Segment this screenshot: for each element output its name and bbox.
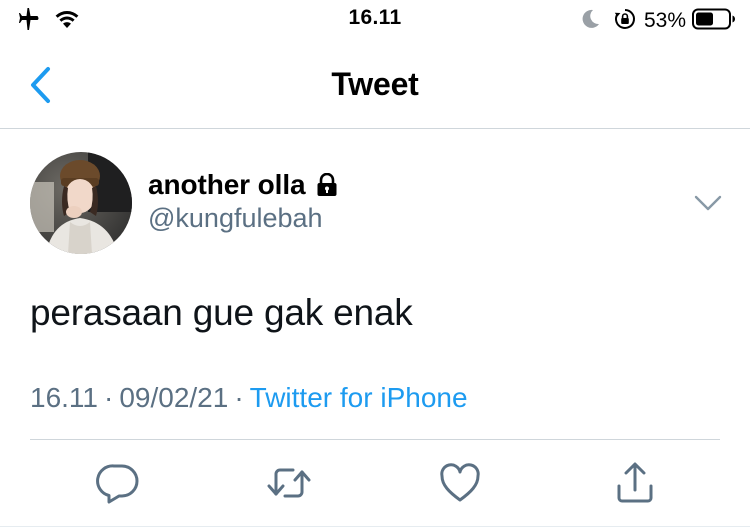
display-name: another olla: [148, 169, 306, 200]
chevron-down-icon: [692, 195, 724, 220]
battery-percentage: 53%: [643, 9, 686, 32]
status-bar-right: 53%: [582, 8, 736, 34]
like-button[interactable]: [437, 460, 483, 506]
avatar[interactable]: [30, 152, 132, 254]
battery-icon: [692, 8, 736, 35]
reply-button[interactable]: [95, 460, 141, 506]
divider: [30, 439, 720, 440]
heart-icon: [437, 460, 483, 506]
separator: ·: [234, 382, 244, 413]
lock-icon: [316, 172, 338, 197]
tweet-metadata: 16.11 · 09/02/21 · Twitter for iPhone: [30, 382, 468, 414]
moon-icon: [582, 9, 600, 34]
author-name-row[interactable]: another olla: [148, 167, 338, 203]
orientation-lock-icon: [614, 8, 636, 35]
retweet-button[interactable]: [266, 460, 312, 506]
tweet-options-button[interactable]: [692, 190, 724, 216]
tweet-date: 09/02/21: [119, 382, 229, 413]
tweet-time: 16.11: [30, 382, 98, 413]
author-handle[interactable]: @kungfulebah: [148, 203, 323, 234]
status-bar: 16.11 53%: [0, 0, 750, 42]
separator: ·: [104, 382, 114, 413]
share-button[interactable]: [612, 460, 658, 506]
page-title: Tweet: [331, 66, 419, 102]
tweet-text: perasaan gue gak enak: [30, 292, 413, 333]
reply-icon: [95, 460, 141, 506]
navigation-bar: Tweet: [0, 42, 750, 129]
tweet-source-link[interactable]: Twitter for iPhone: [250, 382, 468, 413]
divider: [0, 526, 750, 527]
retweet-icon: [266, 460, 312, 506]
share-icon: [612, 460, 658, 506]
